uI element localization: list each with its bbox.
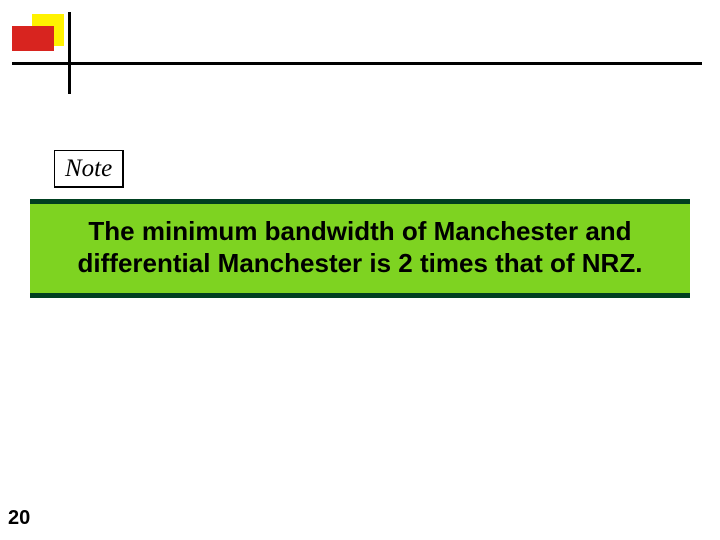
header-horizontal-rule (12, 62, 702, 65)
slide: Note The minimum bandwidth of Manchester… (0, 0, 720, 540)
corner-red-rect (12, 26, 54, 51)
note-badge: Note (54, 150, 124, 188)
page-number: 20 (8, 507, 30, 530)
note-highlight-block: The minimum bandwidth of Manchester and … (30, 204, 690, 293)
header-vertical-rule-over (68, 12, 71, 94)
note-text: The minimum bandwidth of Manchester and … (50, 216, 670, 279)
